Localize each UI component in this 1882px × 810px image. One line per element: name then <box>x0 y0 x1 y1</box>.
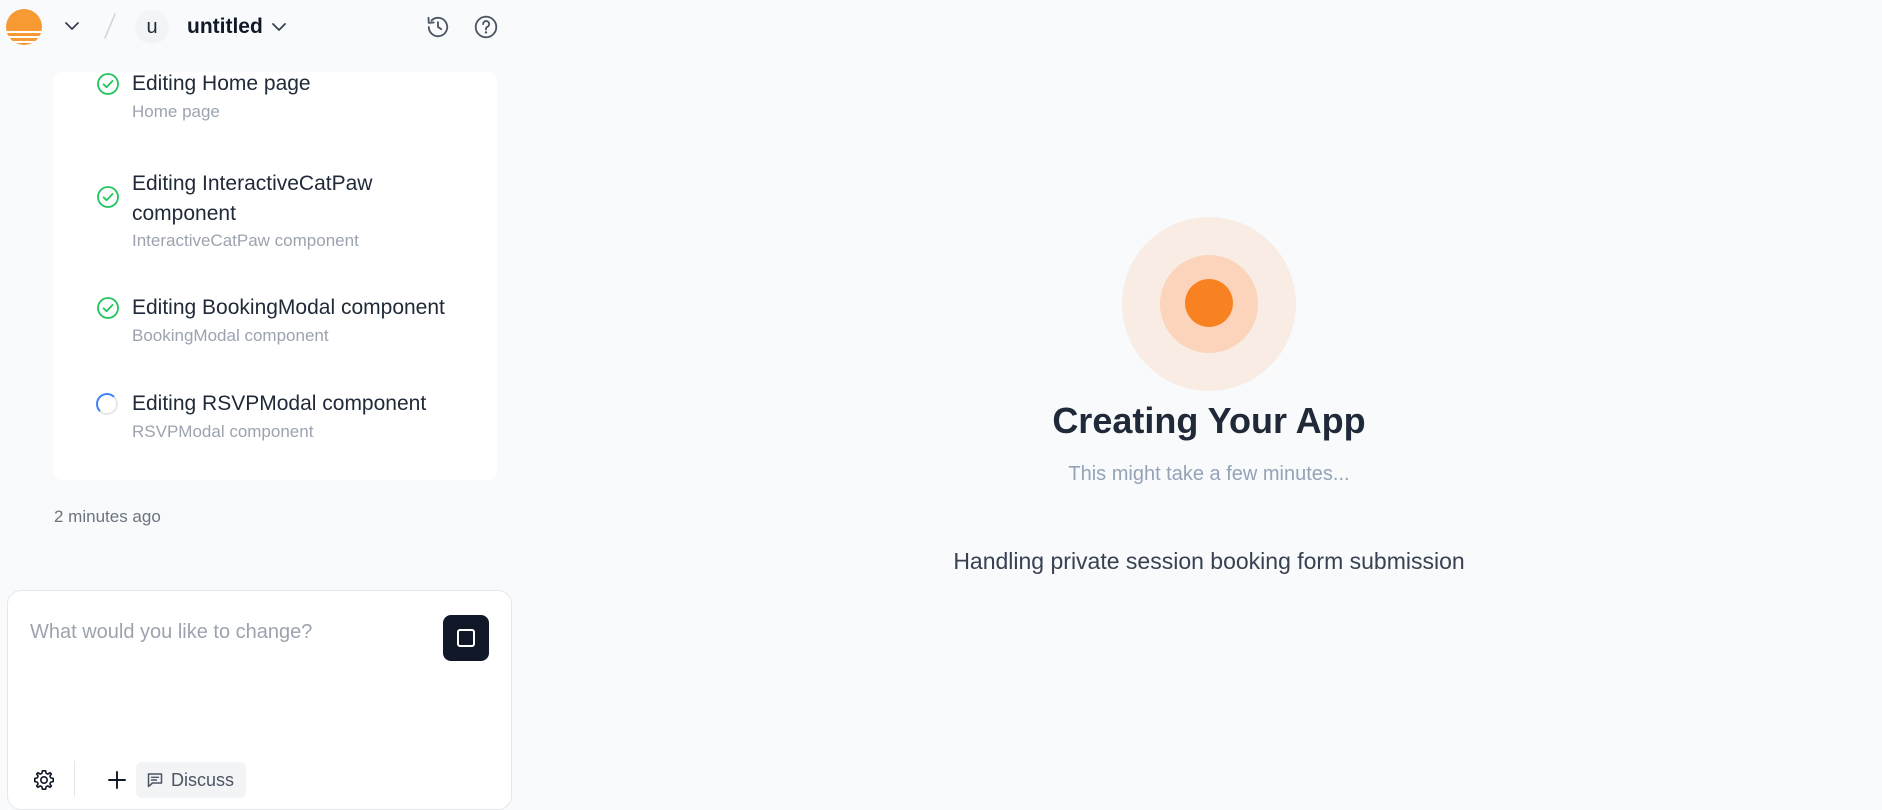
task-list-card: Editing Home page Home page Editing Inte… <box>54 72 497 480</box>
chat-input-panel: Discuss <box>7 590 512 810</box>
task-subtitle: InteractiveCatPaw component <box>132 231 359 250</box>
page-title: Creating Your App <box>1052 400 1366 441</box>
prompt-input[interactable] <box>30 615 420 649</box>
breadcrumb-separator <box>104 13 116 39</box>
loading-indicator <box>1122 217 1296 391</box>
project-selector[interactable]: untitled <box>187 13 289 41</box>
task-title: Editing Home page <box>132 72 311 95</box>
app-logo[interactable] <box>6 9 42 45</box>
task-title: Editing RSVPModal component <box>132 392 427 415</box>
settings-button[interactable] <box>27 763 61 797</box>
header: u untitled <box>0 0 512 56</box>
message-icon <box>147 773 163 788</box>
toolbar-divider <box>74 761 75 797</box>
chevron-down-icon <box>271 23 286 31</box>
discuss-label: Discuss <box>171 769 235 790</box>
discuss-button[interactable]: Discuss <box>136 762 247 798</box>
gear-icon <box>34 770 54 790</box>
task-title: Editing BookingModal component <box>132 296 445 319</box>
app-root: u untitled Editing Home page Home page E… <box>0 0 1882 810</box>
status-message: Handling private session booking form su… <box>953 548 1465 574</box>
help-circle-icon[interactable] <box>473 14 499 40</box>
chevron-down-icon[interactable] <box>62 16 82 36</box>
task-title: Editing InteractiveCatPaw component <box>132 172 373 225</box>
project-name: untitled <box>187 15 263 38</box>
check-circle-icon <box>97 297 119 319</box>
add-button[interactable] <box>100 763 134 797</box>
spinner-icon <box>96 393 120 417</box>
task-subtitle: RSVPModal component <box>132 422 314 441</box>
task-subtitle: BookingModal component <box>132 326 329 345</box>
stop-square-icon <box>457 629 475 647</box>
message-timestamp: 2 minutes ago <box>54 507 161 526</box>
task-subtitle: Home page <box>132 102 220 121</box>
history-icon[interactable] <box>425 14 451 40</box>
check-circle-icon <box>97 186 119 208</box>
page-subtitle: This might take a few minutes... <box>1068 463 1350 485</box>
stop-button[interactable] <box>443 615 489 661</box>
avatar[interactable]: u <box>135 10 169 44</box>
plus-icon <box>108 771 126 789</box>
check-circle-icon <box>97 73 119 95</box>
